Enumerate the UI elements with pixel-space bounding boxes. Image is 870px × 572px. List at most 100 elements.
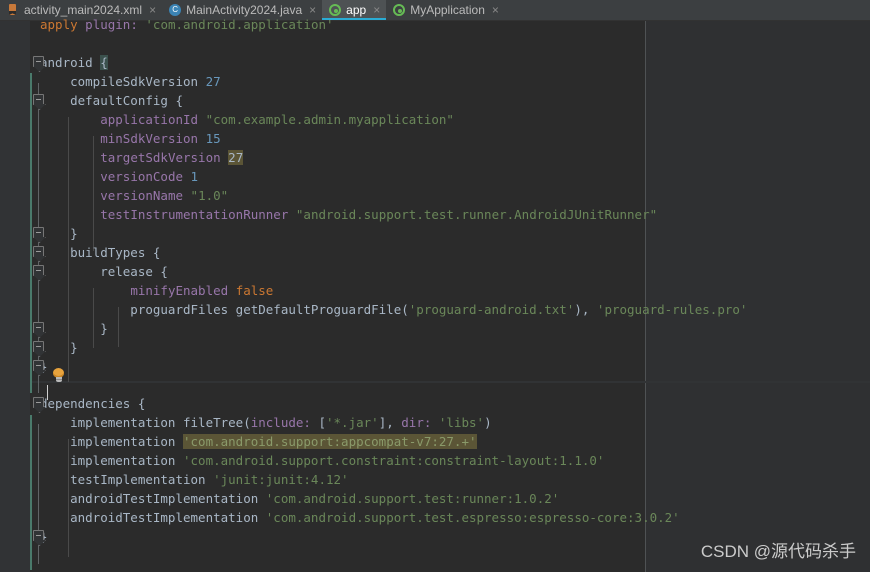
- code-token: '*.jar': [326, 415, 379, 430]
- code-token: proguardFiles getDefaultProguardFile(: [40, 302, 409, 317]
- close-icon[interactable]: ×: [492, 4, 499, 16]
- fold-android-end[interactable]: [33, 360, 44, 371]
- fold-minus-icon: [36, 251, 41, 252]
- code-token: compileSdkVersion: [40, 74, 206, 89]
- code-token: release {: [40, 264, 168, 279]
- fold-minus-icon: [36, 365, 41, 366]
- fold-dependencies-block[interactable]: [33, 397, 44, 408]
- code-line[interactable]: implementation fileTree(include: ['*.jar…: [40, 413, 492, 432]
- code-token: versionCode: [100, 169, 184, 184]
- code-line[interactable]: proguardFiles getDefaultProguardFile('pr…: [40, 300, 747, 319]
- code-token: {: [100, 55, 108, 70]
- code-token: 'com.android.support:appcompat-v7:27.+': [183, 434, 477, 449]
- code-content[interactable]: apply plugin: 'com.android.application' a…: [0, 17, 870, 572]
- code-line[interactable]: testImplementation 'junit:junit:4.12': [40, 470, 349, 489]
- fold-buildtypes-block[interactable]: [33, 246, 44, 257]
- code-line[interactable]: dependencies {: [40, 394, 145, 413]
- code-token: 'com.android.support.constraint:constrai…: [183, 453, 605, 468]
- fold-minus-icon: [36, 402, 41, 403]
- fold-minus-icon: [36, 61, 41, 62]
- code-token: false: [235, 283, 274, 298]
- text-caret: [47, 385, 48, 400]
- code-token: 'junit:junit:4.12': [213, 472, 349, 487]
- code-token: targetSdkVersion: [100, 150, 221, 165]
- fold-defaultconfig-block[interactable]: [33, 94, 44, 105]
- code-token: implementation: [40, 434, 183, 449]
- code-token: "com.example.admin.myapplication": [205, 112, 454, 127]
- code-line[interactable]: compileSdkVersion 27: [40, 72, 221, 91]
- code-token: defaultConfig {: [40, 93, 183, 108]
- code-line[interactable]: android {: [40, 53, 108, 72]
- code-line[interactable]: apply plugin: 'com.android.application': [40, 15, 334, 34]
- code-line[interactable]: minifyEnabled false: [40, 281, 273, 300]
- code-token: minifyEnabled: [130, 283, 229, 298]
- code-token: }: [40, 340, 78, 355]
- fold-minus-icon: [36, 327, 41, 328]
- code-line[interactable]: targetSdkVersion 27: [40, 148, 244, 167]
- code-token: dependencies {: [40, 396, 146, 411]
- code-line[interactable]: }: [40, 338, 78, 357]
- code-line[interactable]: }: [40, 319, 108, 338]
- code-token: applicationId: [100, 112, 199, 127]
- code-token: testImplementation: [40, 472, 214, 487]
- fold-minus-icon: [36, 535, 41, 536]
- fold-release-end[interactable]: [33, 322, 44, 333]
- code-line[interactable]: implementation 'com.android.support:appc…: [40, 432, 477, 451]
- code-token: minSdkVersion: [100, 131, 199, 146]
- lightbulb-base: [55, 377, 62, 382]
- tab-myapplication-gradle[interactable]: MyApplication ×: [386, 0, 505, 20]
- code-line[interactable]: minSdkVersion 15: [40, 129, 220, 148]
- editor-area[interactable]: apply plugin: 'com.android.application' a…: [0, 17, 870, 572]
- code-token: 27: [228, 150, 244, 165]
- fold-dependencies-end[interactable]: [33, 530, 44, 541]
- code-token: "android.support.test.runner.AndroidJUni…: [295, 207, 658, 222]
- code-token: dir:: [401, 415, 432, 430]
- code-line[interactable]: defaultConfig {: [40, 91, 183, 110]
- fold-minus-icon: [36, 232, 41, 233]
- code-token: 'com.android.support.test:runner:1.0.2': [265, 491, 560, 506]
- code-token: apply: [40, 17, 78, 32]
- code-token: androidTestImplementation: [40, 510, 266, 525]
- code-token: }: [40, 321, 108, 336]
- code-line[interactable]: implementation 'com.android.support.cons…: [40, 451, 604, 470]
- fold-buildtypes-end[interactable]: [33, 341, 44, 352]
- code-token: buildTypes {: [40, 245, 161, 260]
- fold-minus-icon: [36, 99, 41, 100]
- code-line[interactable]: }: [40, 224, 78, 243]
- fold-release-block[interactable]: [33, 265, 44, 276]
- fold-defaultconfig-end[interactable]: [33, 227, 44, 238]
- code-line[interactable]: versionName "1.0": [40, 186, 228, 205]
- tab-label: app: [346, 3, 367, 17]
- code-token: ): [484, 415, 492, 430]
- fold-minus-icon: [36, 270, 41, 271]
- code-line[interactable]: testInstrumentationRunner "android.suppo…: [40, 205, 657, 224]
- code-line[interactable]: buildTypes {: [40, 243, 160, 262]
- intention-lightbulb-icon[interactable]: [52, 368, 65, 382]
- fold-android-block[interactable]: [33, 56, 44, 67]
- code-line[interactable]: applicationId "com.example.admin.myappli…: [40, 110, 454, 129]
- code-token: 1: [190, 169, 199, 184]
- code-token: versionName: [100, 188, 184, 203]
- code-token: include:: [250, 415, 311, 430]
- code-line[interactable]: androidTestImplementation 'com.android.s…: [40, 489, 559, 508]
- code-line[interactable]: release {: [40, 262, 168, 281]
- code-token: "1.0": [190, 188, 229, 203]
- close-icon[interactable]: ×: [373, 4, 380, 16]
- code-token: 'com.android.application': [145, 17, 334, 32]
- code-line[interactable]: versionCode 1: [40, 167, 198, 186]
- code-token: implementation: [40, 453, 183, 468]
- gradle-module-icon: [393, 4, 406, 16]
- code-line[interactable]: androidTestImplementation 'com.android.s…: [40, 508, 680, 527]
- code-token: 'com.android.support.test.espresso:espre…: [265, 510, 680, 525]
- code-token: [: [310, 415, 326, 430]
